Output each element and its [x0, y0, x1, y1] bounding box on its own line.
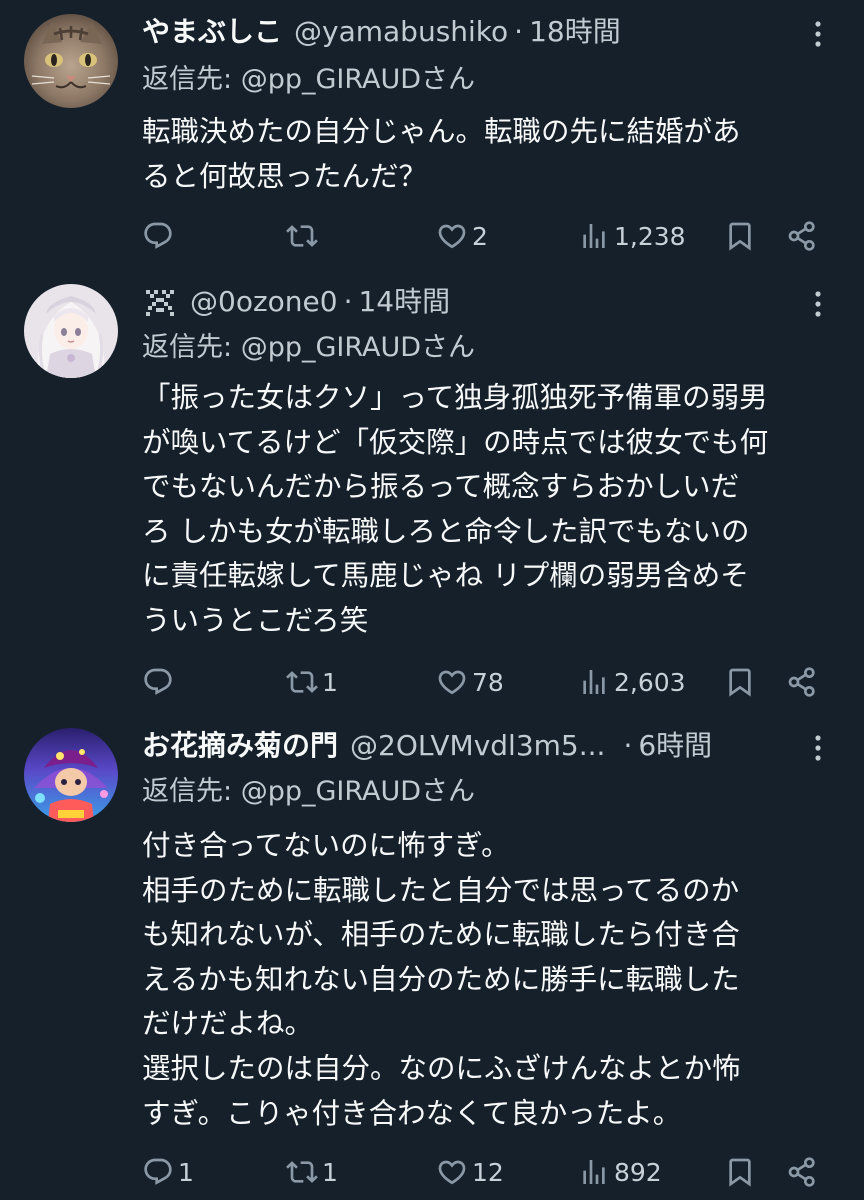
action-bar: 1 1 12 892: [0, 1152, 864, 1192]
display-name[interactable]: お花摘み菊の門: [142, 726, 338, 766]
separator-dot: ·: [343, 285, 353, 318]
reply-button[interactable]: 1: [142, 1152, 194, 1192]
user-handle[interactable]: @yamabushiko: [294, 12, 508, 52]
reply-icon: [142, 220, 174, 252]
view-count: 892: [614, 1157, 662, 1187]
like-button[interactable]: 12: [436, 1152, 504, 1192]
views-button[interactable]: 892: [578, 1152, 662, 1192]
retweet-icon: [286, 220, 318, 252]
tweet-header: やまぶしこ @yamabushiko · 18時間: [142, 12, 804, 52]
user-handle[interactable]: @0ozone0: [190, 282, 338, 322]
more-options-icon[interactable]: [806, 728, 830, 768]
reply-to-line: 返信先: @pp_GIRAUDさん: [142, 772, 475, 812]
timestamp[interactable]: 14時間: [358, 282, 450, 322]
separator-dot: ·: [514, 15, 524, 48]
share-button[interactable]: [786, 1152, 818, 1192]
reply-button[interactable]: [142, 216, 178, 256]
like-count: 78: [472, 667, 504, 697]
like-count: 2: [472, 221, 488, 251]
anime-girl-avatar[interactable]: [24, 284, 118, 378]
user-handle[interactable]: @2OLVMvdl3m5...: [350, 726, 605, 766]
share-button[interactable]: [786, 662, 818, 702]
views-icon: [578, 1156, 610, 1188]
share-button[interactable]: [786, 216, 818, 256]
reply-button[interactable]: [142, 662, 178, 702]
view-count: 2,603: [614, 667, 686, 697]
bookmark-icon: [724, 666, 756, 698]
tweet-header: お花摘み菊の門 @2OLVMvdl3m5... · 6時間: [142, 726, 804, 766]
tweet-3[interactable]: お花摘み菊の門 @2OLVMvdl3m5... · 6時間 返信先: @pp_G…: [0, 710, 864, 1200]
retweet-icon: [286, 666, 318, 698]
bookmark-icon: [724, 1156, 756, 1188]
bookmark-button[interactable]: [724, 662, 756, 702]
views-button[interactable]: 2,603: [578, 662, 686, 702]
bookmark-icon: [724, 220, 756, 252]
like-button[interactable]: 78: [436, 662, 504, 702]
more-options-icon[interactable]: [806, 284, 830, 324]
reply-icon: [142, 1156, 174, 1188]
pixel-art-icon[interactable]: [142, 284, 178, 320]
bookmark-button[interactable]: [724, 216, 756, 256]
views-button[interactable]: 1,238: [578, 216, 686, 256]
action-bar: 1 78 2,603: [0, 662, 864, 702]
heart-icon: [436, 1156, 468, 1188]
heart-icon: [436, 220, 468, 252]
tweet-2[interactable]: @0ozone0 · 14時間 返信先: @pp_GIRAUDさん 「振った女は…: [0, 270, 864, 710]
tweet-text: 転職決めたの自分じゃん。転職の先に結婚があ ると何故思ったんだ？: [142, 115, 741, 193]
share-icon: [786, 666, 818, 698]
reply-to-link[interactable]: @pp_GIRAUDさん: [241, 776, 475, 807]
views-icon: [578, 666, 610, 698]
reply-to-link[interactable]: @pp_GIRAUDさん: [241, 332, 475, 363]
tweet-text: 付き合ってないのに怖すぎ。 相手のために転職したと自分では思ってるのか も知れな…: [142, 829, 741, 1130]
timestamp[interactable]: 18時間: [529, 12, 621, 52]
tweet-1[interactable]: やまぶしこ @yamabushiko · 18時間 返信先: @pp_GIRAU…: [0, 0, 864, 270]
retweet-count: 1: [322, 667, 338, 697]
like-count: 12: [472, 1157, 504, 1187]
tweet-text: 「振った女はクソ」って独身孤独死予備軍の弱男 が喚いてるけど「仮交際」の時点では…: [142, 381, 769, 637]
reply-to-line: 返信先: @pp_GIRAUDさん: [142, 328, 475, 368]
views-icon: [578, 220, 610, 252]
share-icon: [786, 220, 818, 252]
reply-prefix: 返信先:: [142, 332, 241, 363]
share-icon: [786, 1156, 818, 1188]
reply-to-link[interactable]: @pp_GIRAUDさん: [241, 64, 475, 95]
retweet-icon: [286, 1156, 318, 1188]
heart-icon: [436, 666, 468, 698]
more-options-icon[interactable]: [806, 14, 830, 54]
retweet-button[interactable]: [286, 216, 322, 256]
retweet-button[interactable]: 1: [286, 662, 338, 702]
reply-icon: [142, 666, 174, 698]
timestamp[interactable]: 6時間: [638, 726, 712, 766]
cat-photo-avatar[interactable]: [24, 14, 118, 108]
reply-count: 1: [178, 1157, 194, 1187]
separator-dot: ·: [623, 729, 633, 762]
bookmark-button[interactable]: [724, 1152, 756, 1192]
retweet-count: 1: [322, 1157, 338, 1187]
reply-to-line: 返信先: @pp_GIRAUDさん: [142, 60, 475, 100]
tweet-header: @0ozone0 · 14時間: [142, 282, 804, 322]
colorful-character-avatar[interactable]: [24, 728, 118, 822]
retweet-button[interactable]: 1: [286, 1152, 338, 1192]
reply-prefix: 返信先:: [142, 64, 241, 95]
like-button[interactable]: 2: [436, 216, 488, 256]
reply-prefix: 返信先:: [142, 776, 241, 807]
view-count: 1,238: [614, 221, 686, 251]
display-name[interactable]: やまぶしこ: [142, 12, 282, 52]
action-bar: 2 1,238: [0, 216, 864, 256]
